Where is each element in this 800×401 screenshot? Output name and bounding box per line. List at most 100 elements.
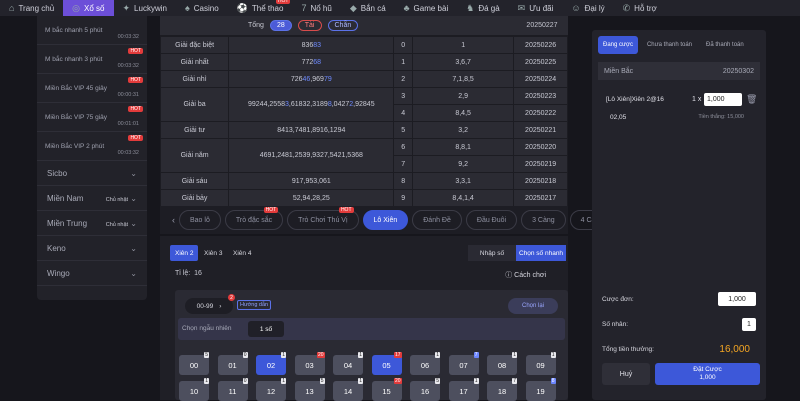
nav-item-9[interactable]: ✉ Ưu đãi — [509, 0, 563, 16]
tai-badge: Tài — [297, 20, 322, 31]
chevron-left-icon[interactable]: ‹ — [172, 215, 175, 225]
frequency-badge: 1 — [358, 352, 363, 358]
number-tile-02[interactable]: 02 1 — [256, 352, 286, 375]
slip-tab-0[interactable]: Đang cược — [598, 36, 638, 54]
sidebar-region-1[interactable]: Miền Nam Chủ nhật ⌄ — [37, 186, 147, 211]
tab-4[interactable]: Đánh Đề — [412, 210, 462, 230]
number-tile-18[interactable]: 18 7 — [487, 378, 517, 401]
number-tile-08[interactable]: 08 1 — [487, 352, 517, 375]
sidebar-game-3[interactable]: Miền Bắc VIP 75 giây 00:01:01 HOT — [37, 103, 147, 132]
day-select[interactable]: Chủ nhật — [106, 197, 128, 203]
draw-date[interactable]: 20250218 — [513, 172, 568, 190]
draw-date[interactable]: 20250224 — [513, 70, 568, 88]
nav-item-label: Casino — [193, 3, 219, 13]
draw-date[interactable]: 20250225 — [513, 53, 568, 71]
result-number-part: 772 — [301, 58, 314, 66]
random-count-select[interactable]: 1 số — [248, 321, 284, 337]
draw-date[interactable]: 20250219 — [513, 155, 568, 173]
draw-date[interactable]: 20250221 — [513, 121, 568, 139]
frequency-badge: 8 — [550, 378, 556, 384]
sidebar-game-2[interactable]: Miền Bắc VIP 45 giây 00:00:31 HOT — [37, 74, 147, 103]
nav-item-10[interactable]: ☺ Đại lý — [562, 0, 613, 16]
nav-item-11[interactable]: ✆ Hỗ trợ — [614, 0, 666, 16]
nav-item-2[interactable]: ✦ Luckywin — [114, 0, 176, 16]
draw-date[interactable]: 20250226 — [513, 36, 568, 54]
number-tile-14[interactable]: 14 1 — [333, 378, 363, 401]
tab-5[interactable]: Đầu Đuôi — [465, 210, 518, 230]
number-tile-07[interactable]: 07 7 — [448, 352, 479, 375]
quick-pick-button[interactable]: Chọn số nhanh — [516, 245, 566, 261]
draw-date[interactable]: 20250220 — [513, 138, 568, 156]
number-tile-09[interactable]: 09 1 — [525, 352, 556, 375]
xien-tab-2[interactable]: Xiên 4 — [228, 245, 256, 261]
frequency-badge: 1 — [281, 352, 286, 358]
number-tile-03[interactable]: 03 20 — [294, 352, 325, 375]
number-tile-00[interactable]: 00 5 — [179, 352, 209, 375]
tab-2[interactable]: Trò Chơi Thú Vị HOT — [287, 207, 359, 230]
tab-3[interactable]: Lô Xiên — [362, 210, 409, 230]
number-tile-19[interactable]: 19 8 — [525, 378, 556, 401]
slip-tab-2[interactable]: Đã thanh toán — [701, 36, 749, 54]
sidebar-game-4[interactable]: Miền Bắc VIP 2 phút 00:03:32 HOT — [37, 132, 147, 161]
place-bet-button[interactable]: Đặt Cược 1,000 — [655, 363, 760, 385]
number-tile-16[interactable]: 16 5 — [410, 378, 440, 401]
guide-link[interactable]: Hướng dẫn — [237, 300, 272, 310]
sidebar-region-3[interactable]: Keno ⌄ — [37, 236, 147, 261]
sidebar-region-2[interactable]: Miền Trung Chủ nhật ⌄ — [37, 211, 147, 236]
number-tile-17[interactable]: 17 1 — [448, 378, 479, 401]
number-tile-11[interactable]: 11 0 — [217, 378, 248, 401]
frequency-badge: 5 — [435, 378, 440, 384]
tab-6[interactable]: 3 Càng — [521, 210, 566, 230]
number-tile-04[interactable]: 04 1 — [333, 352, 363, 375]
nav-item-7[interactable]: ♣ Game bài — [395, 0, 458, 16]
sidebar-region-0[interactable]: Sicbo ⌄ — [37, 161, 147, 186]
trash-icon[interactable]: 🗑 — [746, 94, 757, 105]
nav-item-1[interactable]: ◎ Xổ số — [63, 0, 114, 16]
nav-item-3[interactable]: ♠ Casino — [176, 0, 228, 16]
how-to-play[interactable]: ⓘ Cách chơi — [505, 270, 546, 280]
input-mode-button[interactable]: Nhập số — [468, 245, 516, 261]
number-tile-01[interactable]: 01 0 — [217, 352, 248, 375]
number-tile-05[interactable]: 05 17 — [371, 352, 402, 375]
region-controls: ⌄ — [130, 269, 137, 278]
nav-item-label: Bắn cá — [360, 3, 386, 13]
frequency-badge: 20 — [316, 352, 325, 358]
unit-bet-input[interactable]: 1,000 — [718, 292, 756, 306]
xien-tab-1[interactable]: Xiên 3 — [199, 245, 227, 261]
table-row: Giải đặc biệt 83683 0 1 20250226 — [159, 36, 568, 54]
prize-name: Giải đặc biệt — [159, 36, 230, 54]
number-tile-06[interactable]: 06 1 — [410, 352, 440, 375]
tail-digits: 3,2 — [412, 121, 515, 139]
draw-date[interactable]: 20250223 — [513, 87, 568, 105]
reset-button[interactable]: Chọn lại — [508, 298, 558, 314]
tab-1[interactable]: Trò đặc sắc HOT — [224, 207, 284, 230]
xien-tab-0[interactable]: Xiên 2 — [170, 245, 199, 261]
number-tile-12[interactable]: 12 1 — [256, 378, 286, 401]
range-selector[interactable]: 00-99 › 2 — [185, 294, 235, 314]
result-number-part: 99244,2558 — [248, 101, 285, 108]
nav-item-4[interactable]: ⚽ Thể thao HOT — [228, 0, 293, 16]
draw-date[interactable]: 20250217 — [513, 189, 568, 207]
sidebar-game-1[interactable]: M bắc nhanh 3 phút 00:03:32 HOT — [37, 45, 147, 74]
number-tile-10[interactable]: 10 1 — [179, 378, 209, 401]
multiplier-input[interactable]: 1 — [742, 317, 756, 331]
slip-amount-input[interactable]: 1,000 — [704, 93, 742, 106]
number-tile-13[interactable]: 13 5 — [294, 378, 325, 401]
sidebar-game-0[interactable]: M bắc nhanh 5 phút 00:03:32 — [37, 16, 147, 45]
nav-item-6[interactable]: ◆ Bắn cá — [341, 0, 395, 16]
nav-item-5[interactable]: 7 Nổ hũ — [292, 0, 340, 16]
prize-name: Giải nhất — [159, 53, 230, 71]
draw-date[interactable]: 20250222 — [513, 104, 568, 122]
slip-tab-1[interactable]: Chưa thanh toán — [642, 36, 697, 54]
cancel-button[interactable]: Huỷ — [602, 363, 650, 385]
number-tile-15[interactable]: 15 20 — [371, 378, 402, 401]
prize-name: Giải năm — [159, 138, 230, 173]
nav-item-8[interactable]: ♞ Đá gà — [457, 0, 508, 16]
nav-item-0[interactable]: ⌂ Trang chủ — [0, 0, 63, 16]
day-select[interactable]: Chủ nhật — [106, 222, 128, 228]
tail-digits: 8,4,1,4 — [412, 189, 515, 207]
random-picker: Chọn ngẫu nhiên 1 số — [178, 318, 565, 340]
tab-0[interactable]: Bao lô — [179, 210, 221, 230]
chevron-down-icon: ⌄ — [130, 268, 137, 278]
sidebar-region-4[interactable]: Wingo ⌄ — [37, 261, 147, 286]
